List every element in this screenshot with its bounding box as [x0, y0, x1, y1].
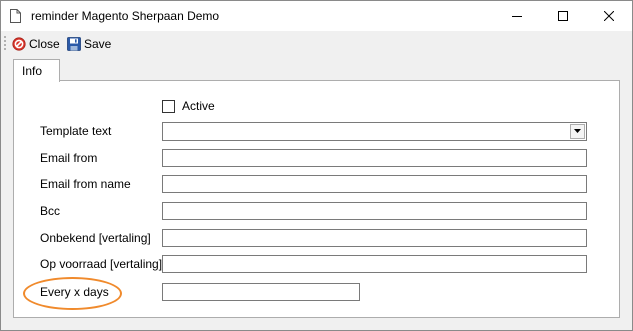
window-close-button[interactable]	[586, 1, 632, 31]
email-from-name-label: Email from name	[40, 177, 131, 191]
dropdown-arrow-icon	[574, 129, 581, 133]
save-button-label: Save	[84, 36, 112, 51]
template-text-dropdown-button[interactable]	[570, 124, 585, 139]
save-button[interactable]: Save	[67, 34, 111, 53]
title-bar[interactable]: reminder Magento Sherpaan Demo	[1, 1, 632, 31]
template-text-select[interactable]	[162, 122, 587, 141]
bcc-field[interactable]	[162, 202, 587, 220]
window-title: reminder Magento Sherpaan Demo	[31, 9, 220, 23]
highlight-ellipse	[23, 277, 122, 310]
op-voorraad-field[interactable]	[162, 255, 587, 273]
tab-info[interactable]: Info	[13, 59, 60, 82]
close-button[interactable]: Close	[12, 34, 60, 53]
close-button-label: Close	[29, 36, 60, 51]
every-x-days-field[interactable]	[162, 283, 360, 301]
email-from-field[interactable]	[162, 149, 587, 167]
email-from-label: Email from	[40, 151, 98, 165]
tab-info-label: Info	[22, 64, 43, 78]
toolbar-close-icon	[12, 36, 26, 51]
email-from-name-field[interactable]	[162, 175, 587, 193]
document-icon	[10, 9, 21, 23]
maximize-icon	[558, 11, 568, 21]
template-text-label: Template text	[40, 124, 112, 138]
toolbar: Close Save	[1, 31, 632, 56]
save-icon	[67, 36, 81, 51]
onbekend-label: Onbekend [vertaling]	[40, 231, 151, 245]
minimize-button[interactable]	[494, 1, 540, 31]
minimize-icon	[512, 16, 522, 17]
active-checkbox[interactable]	[162, 100, 175, 113]
maximize-button[interactable]	[540, 1, 586, 31]
onbekend-field[interactable]	[162, 229, 587, 247]
close-icon	[604, 11, 614, 21]
op-voorraad-label: Op voorraad [vertaling]	[40, 257, 163, 271]
bcc-label: Bcc	[40, 204, 61, 218]
toolbar-grip[interactable]	[4, 36, 6, 51]
active-checkbox-label: Active	[182, 99, 215, 113]
